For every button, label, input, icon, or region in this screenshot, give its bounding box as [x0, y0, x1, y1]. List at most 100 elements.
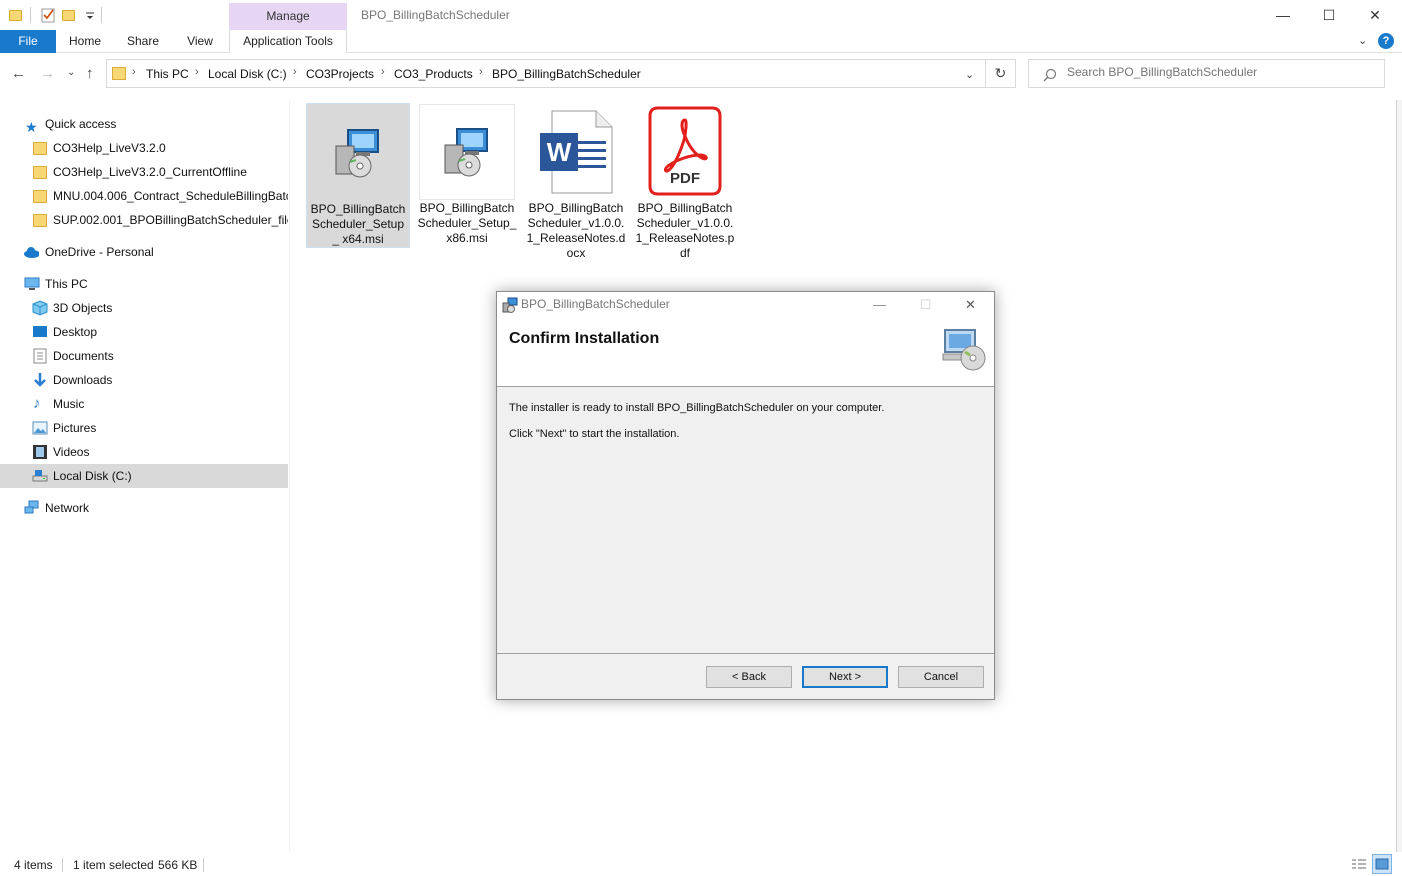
dialog-message: The installer is ready to install BPO_Bi…	[509, 402, 885, 414]
expand-ribbon-icon[interactable]: ⌄	[1358, 34, 1367, 47]
file-item[interactable]: BPO_BillingBatch Scheduler_Setup_ x64.ms…	[306, 103, 410, 248]
nav-label: This PC	[45, 277, 88, 291]
search-icon	[1043, 68, 1057, 82]
breadcrumb-this-pc[interactable]: This PC	[146, 67, 189, 81]
nav-quick-item[interactable]: MNU.004.006_Contract_ScheduleBillingBatc…	[0, 184, 288, 208]
search-input[interactable]	[1067, 65, 1367, 79]
breadcrumb-current-folder[interactable]: BPO_BillingBatchScheduler	[492, 67, 641, 81]
nav-label: 3D Objects	[53, 301, 113, 315]
file-item[interactable]: PDF BPO_BillingBatch Scheduler_v1.0.0. 1…	[633, 103, 737, 263]
installer-icon	[502, 297, 518, 313]
background-window-edge	[1396, 100, 1402, 852]
nav-downloads[interactable]: Downloads	[0, 368, 288, 392]
refresh-button[interactable]: ↻	[986, 59, 1016, 88]
nav-label: Videos	[53, 445, 90, 459]
nav-quick-item[interactable]: SUP.002.001_BPOBillingBatchScheduler_fil…	[0, 208, 288, 232]
file-item[interactable]: BPO_BillingBatch Scheduler_Setup_ x86.ms…	[415, 103, 519, 263]
dialog-close-button[interactable]: ✕	[948, 292, 993, 318]
nav-videos[interactable]: Videos	[0, 440, 288, 464]
nav-documents[interactable]: Documents	[0, 344, 288, 368]
details-view-icon[interactable]	[1350, 855, 1368, 873]
tab-file[interactable]: File	[0, 30, 56, 53]
nav-label: Desktop	[53, 325, 98, 339]
properties-icon[interactable]	[40, 7, 56, 23]
back-button[interactable]: < Back	[706, 666, 792, 688]
nav-quick-item[interactable]: CO3Help_LiveV3.2.0	[0, 136, 288, 160]
next-button[interactable]: Next >	[802, 666, 888, 688]
large-icons-view-icon[interactable]	[1372, 854, 1392, 874]
dialog-minimize-button[interactable]: —	[857, 292, 902, 318]
divider	[203, 858, 204, 872]
tab-home[interactable]: Home	[62, 30, 108, 53]
download-icon	[34, 373, 46, 387]
nav-label: Quick access	[45, 117, 117, 131]
pane-divider	[289, 100, 290, 852]
address-dropdown-icon[interactable]: ⌄	[965, 68, 974, 81]
up-arrow-icon[interactable]: ↑	[86, 65, 94, 82]
window-title: BPO_BillingBatchScheduler	[361, 8, 510, 22]
installer-dialog: BPO_BillingBatchScheduler — ☐ ✕ Confirm …	[496, 291, 995, 700]
drive-icon	[32, 470, 48, 482]
minimize-button[interactable]: —	[1260, 0, 1306, 30]
customize-toolbar-icon[interactable]	[84, 7, 100, 23]
nav-music[interactable]: ♪ Music	[0, 392, 288, 416]
new-folder-icon[interactable]	[62, 7, 78, 23]
nav-label: MNU.004.006_Contract_ScheduleBillingBatc…	[53, 189, 288, 203]
nav-quick-access[interactable]: ★ Quick access	[0, 112, 288, 136]
nav-label: Network	[45, 501, 90, 515]
nav-3d-objects[interactable]: 3D Objects	[0, 296, 288, 320]
file-name: BPO_BillingBatch Scheduler_v1.0.0. 1_Rel…	[635, 201, 735, 260]
recent-locations-icon[interactable]: ⌄	[67, 67, 75, 78]
nav-label: Downloads	[53, 373, 113, 387]
help-icon[interactable]: ?	[1378, 33, 1394, 49]
documents-icon	[33, 348, 47, 364]
file-item[interactable]: W BPO_BillingBatch Scheduler_v1.0.0. 1_R…	[524, 103, 628, 263]
forward-arrow-icon[interactable]: →	[40, 65, 55, 82]
nav-pictures[interactable]: Pictures	[0, 416, 288, 440]
selection-count: 1 item selected	[73, 858, 154, 872]
tab-application-tools[interactable]: Application Tools	[229, 30, 347, 53]
folder-icon	[33, 166, 47, 179]
back-arrow-icon[interactable]: ←	[11, 65, 26, 82]
word-document-icon: W	[540, 110, 613, 194]
close-button[interactable]: ✕	[1352, 0, 1398, 30]
nav-quick-item[interactable]: CO3Help_LiveV3.2.0_CurrentOffline	[0, 160, 288, 184]
cancel-button[interactable]: Cancel	[898, 666, 984, 688]
nav-label: OneDrive - Personal	[45, 245, 154, 259]
dialog-instruction: Click "Next" to start the installation.	[509, 428, 680, 440]
maximize-icon: ☐	[1322, 6, 1336, 23]
tab-share[interactable]: Share	[122, 30, 164, 53]
dialog-header: Confirm Installation	[497, 318, 994, 387]
dialog-heading: Confirm Installation	[509, 330, 660, 347]
breadcrumb-co3-products[interactable]: CO3_Products	[394, 67, 473, 81]
file-name: BPO_BillingBatch Scheduler_Setup_ x86.ms…	[417, 201, 517, 245]
breadcrumb-co3projects[interactable]: CO3Projects	[306, 67, 374, 81]
search-box[interactable]	[1028, 59, 1385, 88]
tab-view[interactable]: View	[180, 30, 220, 53]
network-icon	[24, 500, 39, 514]
nav-label: CO3Help_LiveV3.2.0_CurrentOffline	[53, 165, 247, 179]
breadcrumb-local-disk[interactable]: Local Disk (C:)	[208, 67, 287, 81]
installer-package-icon	[444, 128, 488, 177]
tab-manage[interactable]: Manage	[229, 3, 347, 30]
star-icon: ★	[25, 119, 38, 135]
nav-label: Local Disk (C:)	[53, 469, 132, 483]
nav-onedrive[interactable]: OneDrive - Personal	[0, 240, 288, 264]
nav-label: Music	[53, 397, 85, 411]
divider	[62, 858, 63, 872]
address-bar[interactable]: › This PC › Local Disk (C:) › CO3Project…	[106, 59, 986, 88]
file-name: BPO_BillingBatch Scheduler_v1.0.0. 1_Rel…	[526, 201, 626, 260]
nav-label: Documents	[53, 349, 114, 363]
navigation-pane: ★ Quick access CO3Help_LiveV3.2.0 CO3Hel…	[0, 100, 290, 852]
maximize-button[interactable]: ☐	[1306, 0, 1352, 30]
computer-icon	[24, 277, 40, 290]
breadcrumb-separator: ›	[479, 66, 483, 78]
breadcrumb-separator: ›	[195, 66, 199, 78]
nav-local-disk[interactable]: Local Disk (C:)	[0, 464, 288, 488]
nav-desktop[interactable]: Desktop	[0, 320, 288, 344]
cube-icon	[32, 300, 48, 316]
divider	[101, 7, 102, 23]
nav-this-pc[interactable]: This PC	[0, 272, 288, 296]
nav-network[interactable]: Network	[0, 496, 288, 520]
divider	[497, 653, 994, 654]
